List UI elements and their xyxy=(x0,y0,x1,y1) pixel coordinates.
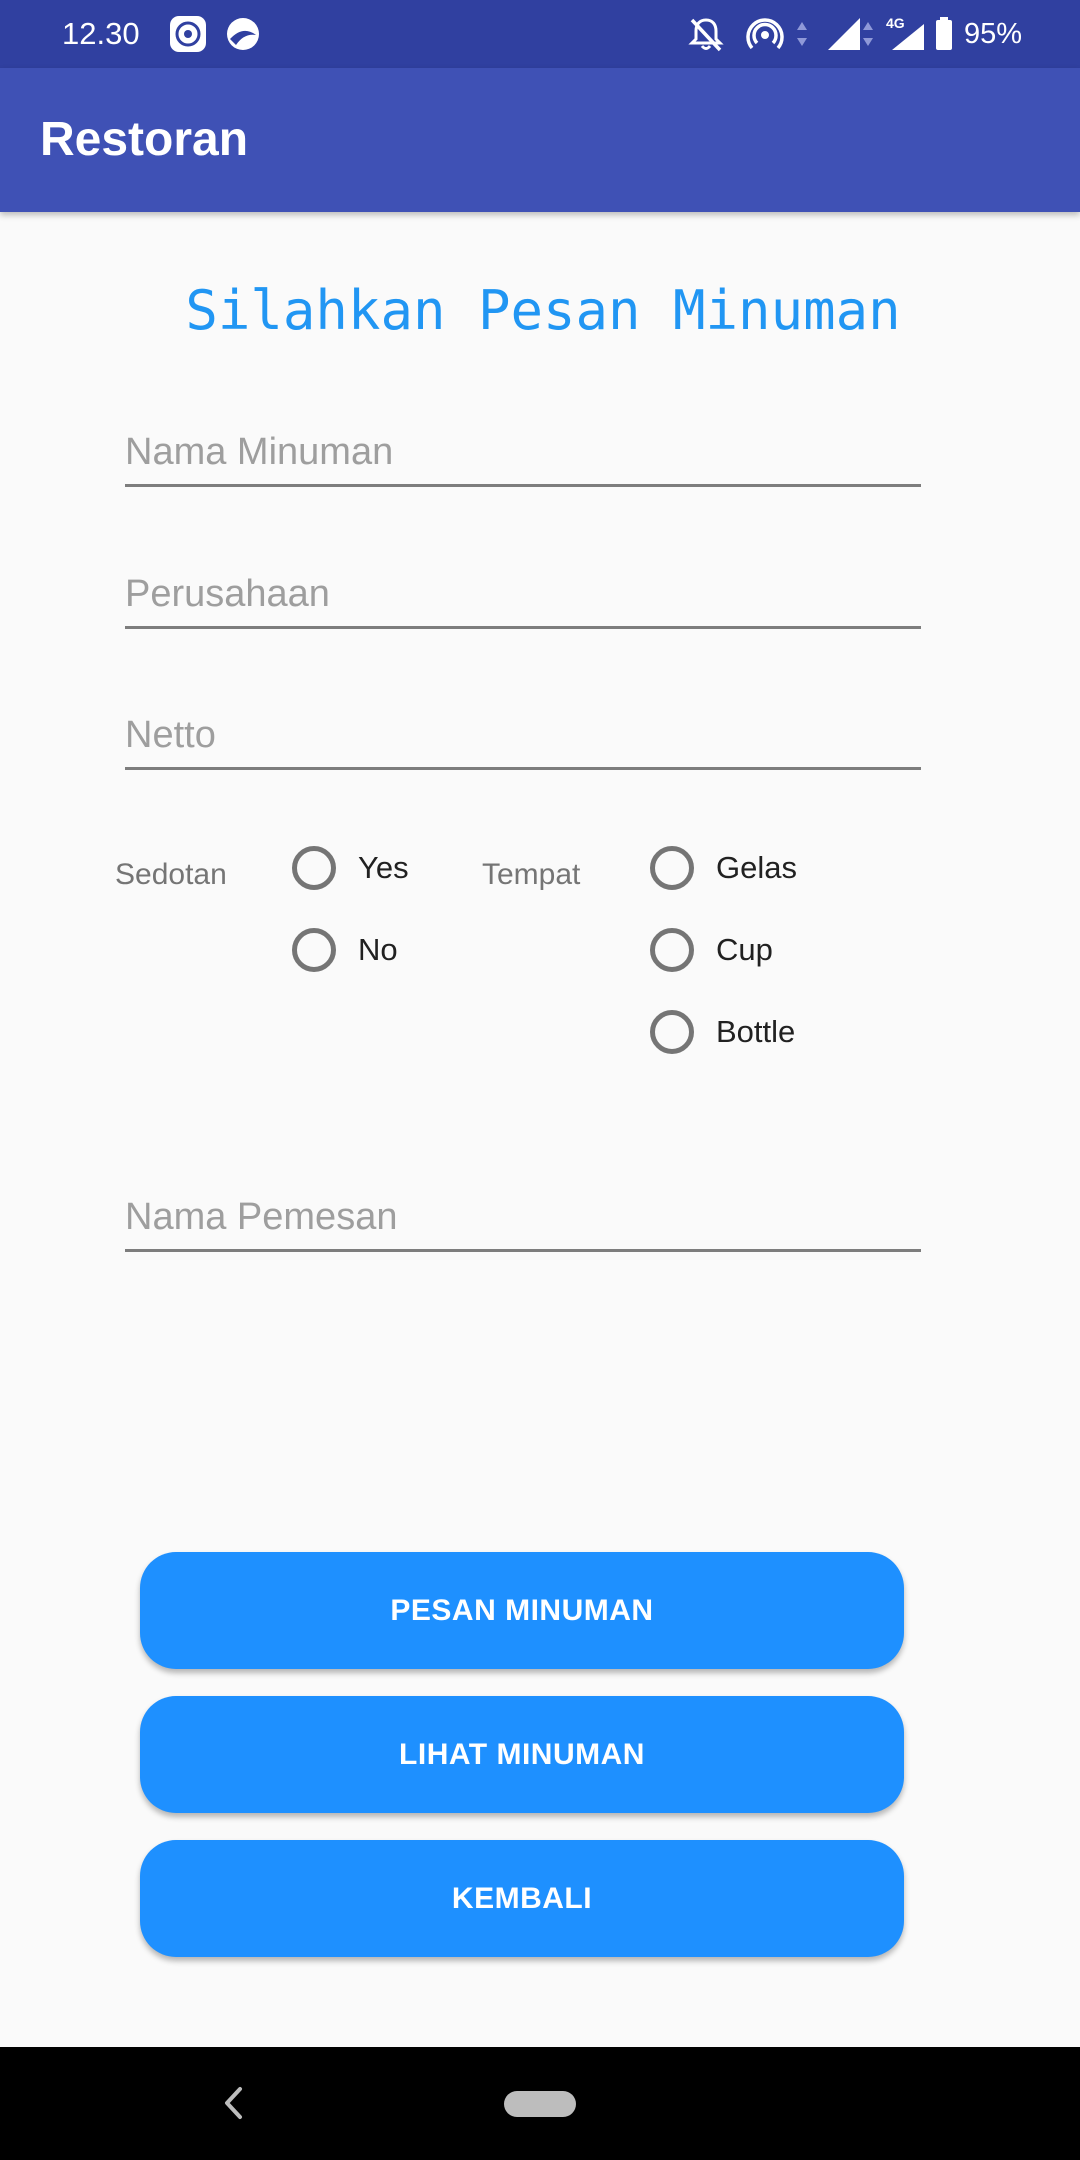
screen: 12.30 4G 95% Restoran Silahkan Pesan Min… xyxy=(0,0,1080,2160)
radio-circle-icon[interactable] xyxy=(292,846,336,890)
page-heading: Silahkan Pesan Minuman xyxy=(185,279,901,342)
radio-sedotan-no[interactable]: No xyxy=(292,920,398,980)
radio-circle-icon[interactable] xyxy=(650,928,694,972)
tempat-label: Tempat xyxy=(482,858,581,891)
hotspot-icon xyxy=(746,18,784,50)
signal-icon xyxy=(828,18,860,50)
nama-pemesan-input[interactable] xyxy=(125,1193,921,1241)
data-activity-icon xyxy=(797,22,807,46)
radio-label-cup: Cup xyxy=(716,932,773,967)
pesan-minuman-button[interactable]: PESAN MINUMAN xyxy=(140,1552,904,1669)
home-pill-icon[interactable] xyxy=(504,2091,576,2117)
radio-circle-icon[interactable] xyxy=(650,1010,694,1054)
perusahaan-input[interactable] xyxy=(125,570,921,618)
netto-input[interactable] xyxy=(125,711,921,759)
app-title: Restoran xyxy=(40,113,249,166)
data-activity-icon-2 xyxy=(863,22,873,46)
radio-tempat-gelas[interactable]: Gelas xyxy=(650,838,797,898)
radio-tempat-cup[interactable]: Cup xyxy=(650,920,773,980)
app-bar: Restoran xyxy=(0,68,1080,212)
radio-circle-icon[interactable] xyxy=(292,928,336,972)
battery-icon xyxy=(936,17,952,50)
radio-tempat-bottle[interactable]: Bottle xyxy=(650,1002,795,1062)
perusahaan-field xyxy=(125,556,921,629)
app-notification-icon xyxy=(170,16,206,52)
radio-label-yes: Yes xyxy=(358,850,409,885)
battery-percentage: 95% xyxy=(963,18,1022,50)
lihat-minuman-button[interactable]: LIHAT MINUMAN xyxy=(140,1696,904,1813)
svg-text:4G: 4G xyxy=(886,15,905,31)
kembali-button[interactable]: KEMBALI xyxy=(140,1840,904,1957)
navigation-bar xyxy=(0,2047,1080,2160)
radio-circle-icon[interactable] xyxy=(650,846,694,890)
status-bar: 12.30 4G 95% xyxy=(0,0,1080,68)
radio-label-bottle: Bottle xyxy=(716,1014,796,1049)
notifications-off-icon xyxy=(688,18,724,52)
nama-minuman-field xyxy=(125,414,921,487)
radio-label-gelas: Gelas xyxy=(716,850,797,885)
sedotan-label: Sedotan xyxy=(115,858,227,891)
back-icon[interactable] xyxy=(218,2083,248,2123)
nama-minuman-input[interactable] xyxy=(125,428,921,476)
status-time: 12.30 xyxy=(62,16,140,51)
signal-4g-icon: 4G xyxy=(886,15,924,50)
nama-pemesan-field xyxy=(125,1179,921,1252)
radio-sedotan-yes[interactable]: Yes xyxy=(292,838,409,898)
radio-label-no: No xyxy=(358,932,398,967)
netto-field xyxy=(125,697,921,770)
browser-notification-icon xyxy=(227,18,259,50)
